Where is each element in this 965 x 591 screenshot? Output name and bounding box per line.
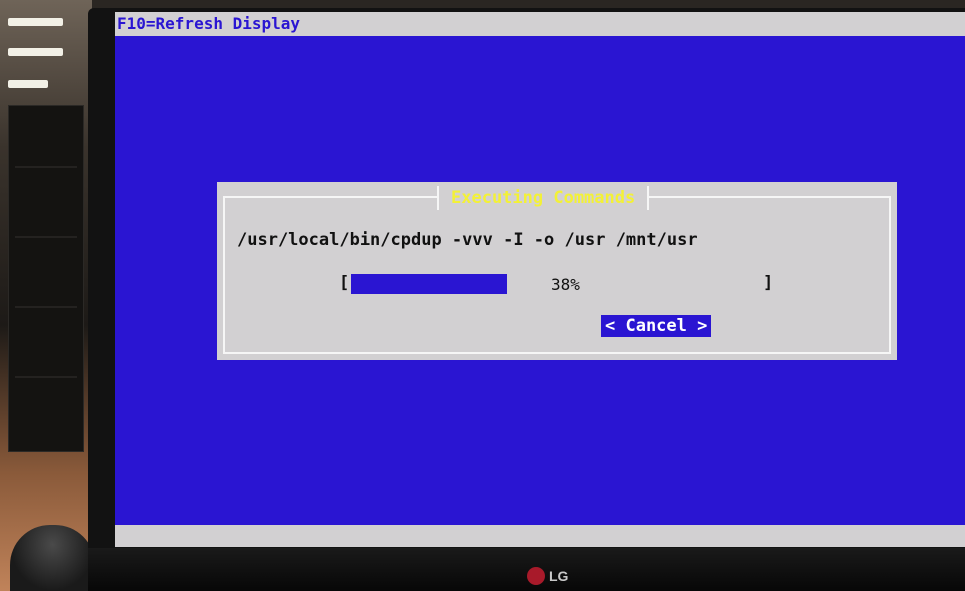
executing-commands-dialog: Executing Commands /usr/local/bin/cpdup …: [217, 182, 897, 360]
ceiling-light: [8, 48, 63, 56]
refresh-hint: F10=Refresh Display: [117, 14, 301, 33]
ceiling-light: [8, 80, 48, 88]
gauge-fill: [351, 274, 507, 294]
monitor-stand: [10, 525, 95, 591]
gauge-track: 38%: [351, 274, 761, 294]
bottom-status-bar: [115, 525, 965, 547]
gauge-percent: 38%: [551, 275, 580, 294]
gauge-left-bracket: [: [339, 273, 350, 293]
monitor-brand-text: LG: [549, 568, 569, 584]
room-background: [0, 0, 92, 591]
terminal-screen: F10=Refresh Display Executing Commands /…: [115, 12, 965, 547]
gauge-right-bracket: ]: [763, 273, 774, 293]
server-rack: [8, 105, 84, 452]
cancel-button[interactable]: < Cancel >: [601, 315, 712, 337]
top-status-bar: F10=Refresh Display: [115, 12, 965, 36]
monitor-brand-logo: LG: [527, 567, 568, 585]
dialog-title: Executing Commands: [437, 186, 650, 210]
lg-logo-icon: [527, 567, 545, 585]
command-text: /usr/local/bin/cpdup -vvv -I -o /usr /mn…: [237, 230, 698, 250]
progress-gauge: [ 38% ]: [339, 272, 773, 294]
ceiling-light: [8, 18, 63, 26]
